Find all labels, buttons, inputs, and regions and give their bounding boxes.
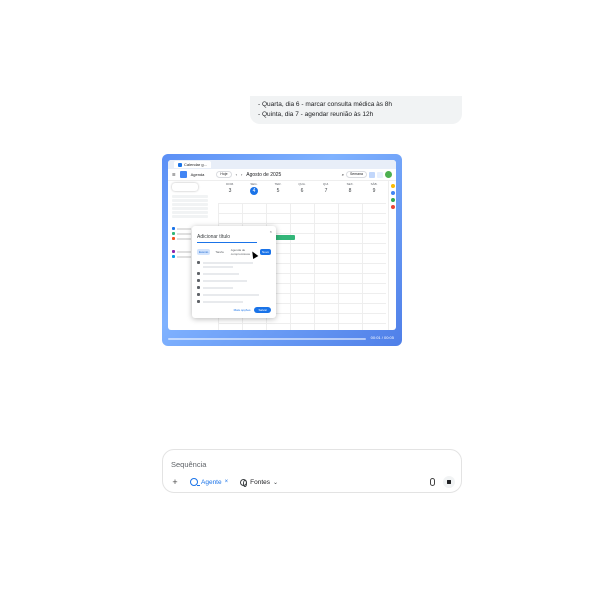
prompt-input[interactable] [171, 458, 451, 470]
sources-label: Fontes [250, 478, 270, 486]
month-label: Agosto de 2025 [246, 171, 282, 178]
add-icon[interactable]: + [169, 476, 181, 488]
save-button: Salvar [254, 307, 271, 313]
screenshot-content: Calendar g... ☰ Agenda Hoje ‹ › Agosto d… [168, 160, 396, 330]
calendar-logo-icon [179, 171, 187, 178]
day-header: DOM. 3 [226, 182, 234, 194]
agent-label: Agente [201, 478, 222, 486]
people-icon [197, 272, 200, 275]
dialog-title: Adicionar título [197, 234, 257, 243]
composer-right-tools [430, 476, 455, 488]
tab-title: Calendar g... [184, 162, 207, 167]
more-options-button: Mais opções [233, 308, 251, 312]
clock-icon [197, 261, 200, 264]
playback-bar: 00:01 / 00:05 [168, 335, 396, 341]
chat-message: - Quarta, dia 6 - marcar consulta médica… [250, 96, 462, 124]
calendar-favicon-icon [178, 162, 182, 167]
agent-chip[interactable]: Agente × [187, 477, 231, 487]
tab-event: Evento [197, 249, 211, 255]
location-icon [197, 286, 200, 289]
view-select: Semana [345, 171, 367, 178]
tab-task: Tarefa [215, 250, 224, 254]
microphone-icon[interactable] [430, 478, 435, 486]
browser-tabbar: Calendar g... [168, 160, 396, 169]
browser-tab: Calendar g... [174, 161, 211, 168]
week-days: DOM. 3 SEG. 4 TER. 5 QUA. 6 QUI. 7 SEX. 8 SÁB.… [218, 182, 386, 200]
day-header: SEX. 8 [346, 182, 354, 194]
next-icon: › [240, 172, 243, 177]
message-line-1: - Quarta, dia 6 - marcar consulta médica… [258, 101, 393, 108]
chevron-down-icon: ⌄ [273, 479, 279, 486]
new-badge: Novo [259, 249, 271, 255]
dialog-tabs: Evento Tarefa Agenda de compromissos Nov… [197, 247, 271, 257]
screenshot-preview[interactable]: Calendar g... ☰ Agenda Hoje ‹ › Agosto d… [162, 154, 402, 346]
close-icon: × [269, 229, 272, 234]
today-button: Hoje [216, 171, 232, 178]
calendar-view-icon [369, 171, 375, 178]
day-header: QUA. 6 [298, 182, 306, 194]
menu-icon: ☰ [172, 172, 176, 177]
calendar-event [275, 235, 295, 240]
tasks-view-icon [377, 171, 383, 178]
agent-icon [190, 478, 200, 486]
calendar-icon [197, 300, 200, 303]
side-rail [388, 181, 396, 330]
composer: + Agente × Fontes ⌄ [162, 449, 462, 493]
day-header: QUI. 7 [322, 182, 330, 194]
remove-agent-icon[interactable]: × [225, 479, 229, 485]
day-header: SEG. 4 [250, 182, 258, 195]
message-line-2: - Quinta, dia 7 - agendar reunião às 12h [258, 110, 374, 118]
page: - Quarta, dia 6 - marcar consulta médica… [0, 0, 600, 600]
sources-button[interactable]: Fontes ⌄ [237, 478, 281, 487]
day-header: TER. 5 [274, 182, 282, 194]
app-name: Agenda [190, 172, 205, 177]
calendar-body: DOM. 3 SEG. 4 TER. 5 QUA. 6 QUI. 7 SEX. 8 SÁB.… [168, 181, 396, 330]
stop-button[interactable] [443, 476, 455, 488]
search-icon: ⌕ [341, 172, 344, 177]
add-event-dialog: × Adicionar título Evento Tarefa Agenda … [192, 226, 276, 318]
globe-icon [240, 478, 248, 487]
calendar-header: ☰ Agenda Hoje ‹ › Agosto de 2025 ⌕ Seman… [168, 169, 396, 181]
composer-toolbar: + Agente × Fontes ⌄ [169, 475, 455, 489]
header-right: ⌕ Semana [342, 171, 392, 178]
playback-track [168, 338, 366, 340]
dialog-footer: Mais opções Salvar [234, 307, 271, 313]
avatar [385, 171, 392, 178]
day-header: SÁB. 9 [370, 182, 378, 194]
playback-label: 00:01 / 00:05 [370, 335, 394, 340]
prev-icon: ‹ [235, 172, 237, 177]
video-icon [197, 279, 200, 282]
create-button [172, 183, 198, 191]
description-icon [197, 293, 200, 296]
